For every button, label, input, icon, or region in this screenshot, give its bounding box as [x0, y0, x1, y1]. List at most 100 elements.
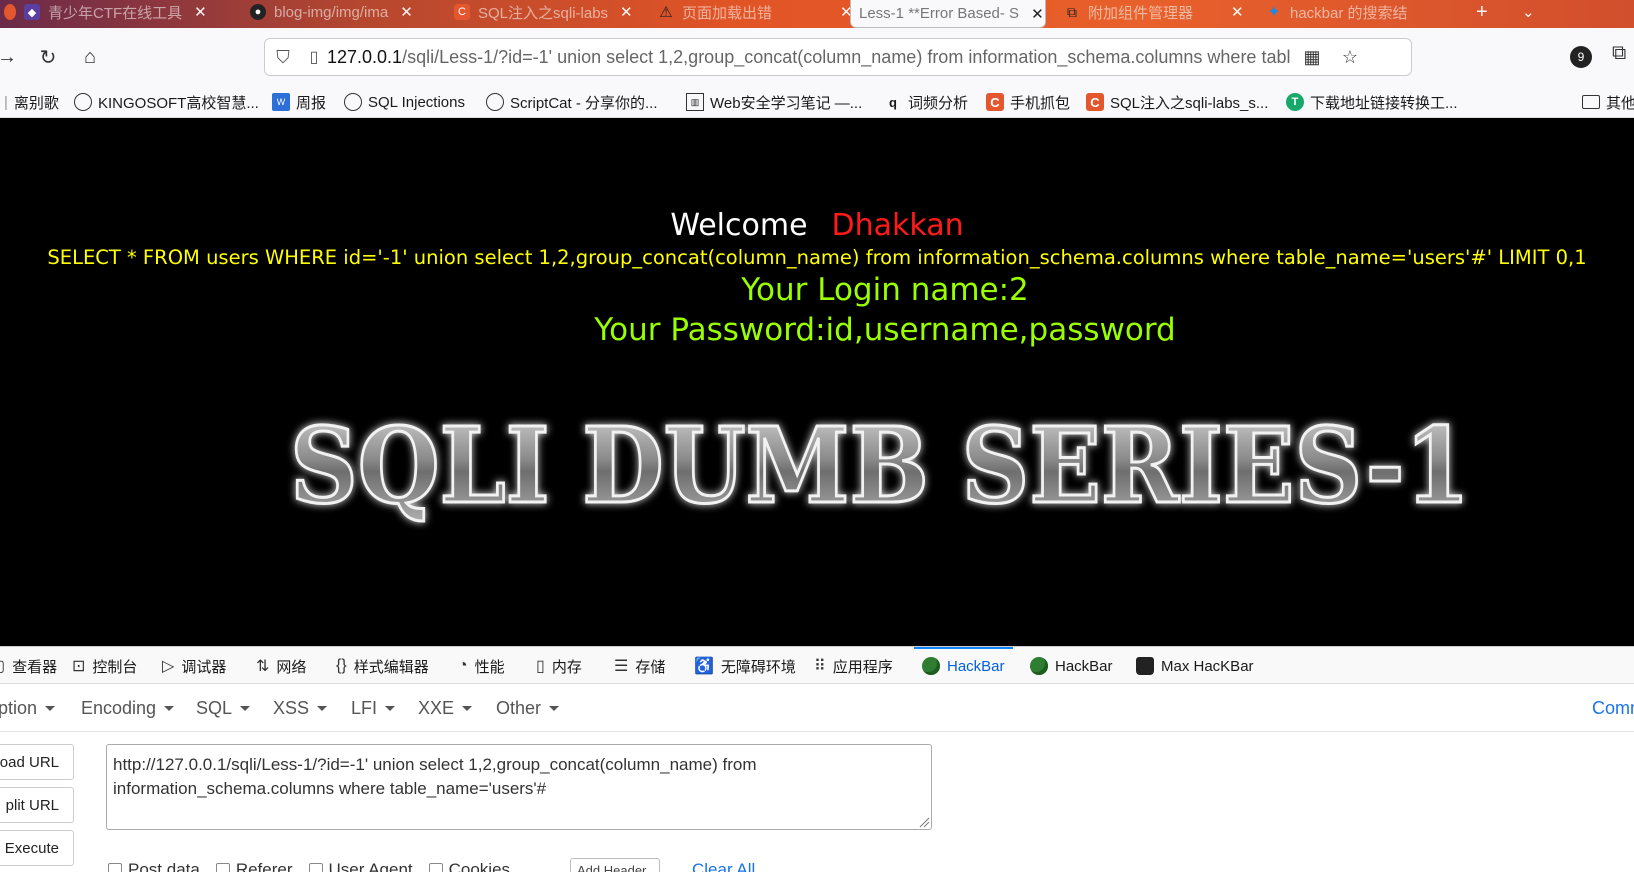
close-icon[interactable]: ✕ [400, 3, 413, 21]
devtools-tab-console[interactable]: ⊡ 控制台 [72, 647, 137, 685]
t-icon: T [1286, 93, 1304, 111]
devtools-tab-style-editor[interactable]: {} 样式编辑器 [336, 647, 429, 685]
devtools-tab-memory[interactable]: ▯ 内存 [536, 647, 582, 685]
book-icon: ▥ [686, 93, 704, 111]
tab-less-1[interactable]: Less-1 **Error Based- S ✕ [850, 0, 1046, 28]
menu-lfi[interactable]: LFI [351, 684, 396, 732]
menu-xxe[interactable]: XXE [418, 684, 473, 732]
caret-down-icon [385, 705, 396, 711]
bookmark-item[interactable]: SQL Injections [344, 90, 465, 114]
storage-icon: ☰ [614, 658, 629, 675]
bookmark-item[interactable]: ScriptCat - 分享你的... [486, 90, 658, 114]
bookmark-item[interactable]: W 周报 [272, 90, 326, 114]
cookies-label: Cookies [448, 860, 511, 872]
devtools-tab-performance[interactable]: ◔ 性能 [458, 647, 505, 685]
hackbar-icon [922, 657, 940, 675]
memory-icon: ▯ [536, 658, 545, 675]
tab-label: blog-img/img/ima [274, 3, 389, 21]
tab-list-button[interactable]: ⌄ [1510, 0, 1550, 24]
reload-button[interactable]: ↻ [33, 42, 63, 72]
execute-button[interactable]: Execute [0, 830, 74, 866]
devtools-tab-storage[interactable]: ☰ 存储 [614, 647, 665, 685]
user-agent-checkbox[interactable] [308, 863, 323, 872]
tab-csdn-sqli[interactable]: C SQL注入之sqli-labs ✕ [446, 0, 646, 24]
q-icon: q [889, 94, 897, 110]
bookmark-item[interactable]: C SQL注入之sqli-labs_s... [1086, 90, 1268, 114]
qr-code-icon[interactable]: ▦ [1297, 47, 1327, 68]
cookies-checkbox[interactable] [428, 863, 443, 872]
tab-label: 附加组件管理器 [1088, 4, 1194, 22]
shield-icon[interactable]: ⛉ [265, 47, 301, 68]
menu-label: ption [0, 697, 38, 718]
bookmark-item[interactable]: ▥ Web安全学习笔记 —... [686, 90, 862, 114]
close-icon[interactable]: ✕ [194, 3, 207, 21]
menu-encoding[interactable]: Encoding [81, 684, 175, 732]
tab-hackbar-search[interactable]: ✦ hackbar 的搜索结 [1258, 0, 1458, 24]
bookmark-label: 词频分析 [908, 94, 969, 112]
devtools-tab-max-hackbar[interactable]: Max HacKBar [1136, 647, 1254, 685]
devtools-tab-hackbar[interactable]: HackBar [914, 647, 1013, 685]
bookmark-label: 离别歌 [13, 94, 59, 112]
page-icon[interactable]: ▯ [301, 47, 327, 67]
devtools-tab-debugger[interactable]: ▷ 调试器 [162, 647, 226, 685]
caret-down-icon [164, 705, 175, 711]
address-bar[interactable]: ⛉ ▯ 127.0.0.1/sqli/Less-1/?id=-1' union … [264, 38, 1412, 76]
hackbar-url-textarea[interactable]: http://127.0.0.1/sqli/Less-1/?id=-1' uni… [106, 744, 932, 830]
inspector-icon: ▢ [0, 656, 5, 676]
devtools-tab-application[interactable]: ⠿ 应用程序 [814, 647, 893, 685]
style-editor-icon: {} [336, 657, 347, 674]
tab-github[interactable]: ● blog-img/img/ima ✕ [242, 0, 432, 24]
bookmark-item[interactable]: C 手机抓包 [986, 90, 1070, 114]
bookmark-label: 下载地址链接转换工... [1310, 94, 1458, 112]
bookmark-label: 手机抓包 [1010, 94, 1071, 112]
tab-load-error[interactable]: ⚠ 页面加载出错 ✕ [650, 0, 850, 24]
bookmark-label: 其他 [1606, 94, 1634, 112]
devtools-toolbar: ▢ 查看器 ⊡ 控制台 ▷ 调试器 ⇅ 网络 {} 样式编辑器 ◔ 性能 ▯ 内存 ☰ 存储 ♿… [0, 646, 1634, 684]
debugger-icon: ▷ [162, 658, 175, 675]
menu-sql[interactable]: SQL [196, 684, 251, 732]
devtools-tab-label: HackBar [947, 657, 1005, 675]
split-url-button[interactable]: plit URL [0, 787, 74, 823]
menu-xss[interactable]: XSS [273, 684, 328, 732]
load-url-button[interactable]: oad URL [0, 744, 74, 780]
bookmark-label: Web安全学习笔记 —... [710, 94, 863, 112]
menu-other[interactable]: Other [496, 684, 560, 732]
devtools-tab-label: 内存 [551, 658, 582, 676]
close-icon[interactable]: ✕ [840, 3, 850, 21]
chevron-down-icon: ⌄ [1522, 4, 1535, 21]
bookmark-item[interactable]: T 下载地址链接转换工... [1286, 90, 1458, 114]
bookmark-item[interactable]: q 词频分析 [884, 90, 968, 114]
github-icon: ● [250, 4, 266, 20]
tab-addons[interactable]: ⧉ 附加组件管理器 ✕ [1056, 0, 1256, 24]
devtools-tab-network[interactable]: ⇅ 网络 [256, 647, 306, 685]
new-tab-button[interactable]: + [1464, 0, 1504, 24]
forward-button[interactable]: → [0, 42, 22, 72]
referer-checkbox[interactable] [215, 863, 230, 872]
bookmark-item[interactable]: KINGOSOFT高校智慧... [74, 90, 259, 114]
menu-label: Other [496, 697, 542, 718]
globe-icon [486, 93, 504, 111]
devtools-tab-inspector[interactable]: ▢ 查看器 [0, 647, 57, 685]
extension-badge[interactable]: 9 [1570, 46, 1592, 68]
home-button[interactable]: ⌂ [75, 42, 105, 72]
close-icon[interactable]: ✕ [1231, 3, 1244, 21]
application-icon: ⠿ [814, 658, 826, 675]
menu-encryption[interactable]: ption [0, 684, 56, 732]
extensions-icon[interactable]: ⧉ [1612, 42, 1626, 65]
close-icon[interactable]: ✕ [620, 3, 633, 21]
bookmark-folder-other[interactable]: 其他 [1582, 90, 1634, 114]
close-icon[interactable]: ✕ [1031, 5, 1044, 23]
bookmark-star-icon[interactable]: ☆ [1335, 47, 1365, 68]
bookmarks-bar: | 离别歌 KINGOSOFT高校智慧... W 周报 SQL Injectio… [0, 86, 1634, 118]
devtools-tab-hackbar-2[interactable]: HackBar [1030, 647, 1113, 685]
devtools-tab-accessibility[interactable]: ♿ 无障碍环境 [694, 647, 796, 685]
separator-icon: | [4, 93, 8, 111]
resize-handle-icon[interactable] [918, 816, 930, 828]
commit-link[interactable]: Comm [1592, 684, 1634, 732]
tab-ctf-tools[interactable]: ◆ 青少年CTF在线工具 ✕ [0, 0, 236, 24]
post-data-checkbox[interactable] [108, 863, 122, 872]
bookmark-item[interactable]: | 离别歌 [4, 90, 59, 114]
devtools-tab-label: 性能 [474, 658, 505, 676]
clear-all-link[interactable]: Clear All [692, 860, 755, 872]
add-header-select[interactable]: Add Header [570, 858, 660, 872]
